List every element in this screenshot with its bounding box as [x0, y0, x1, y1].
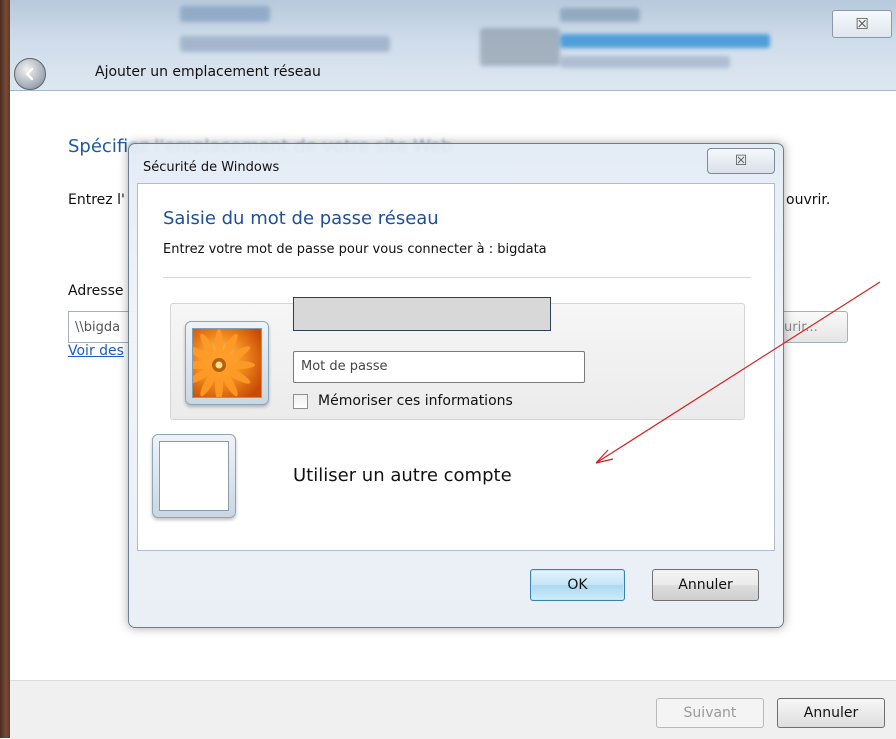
- back-button[interactable]: [14, 58, 46, 90]
- use-other-account-option[interactable]: Utiliser un autre compte: [293, 465, 512, 486]
- address-label: Adresse: [68, 283, 124, 299]
- dialog-subtitle: Entrez votre mot de passe pour vous conn…: [163, 242, 547, 257]
- dialog-footer: OK Annuler: [137, 551, 775, 616]
- close-icon[interactable]: ☒: [707, 148, 775, 174]
- dialog-heading: Saisie du mot de passe réseau: [163, 208, 439, 229]
- blurred-drive-label: [560, 8, 640, 22]
- wizard-cancel-button[interactable]: Annuler: [777, 698, 885, 728]
- close-icon[interactable]: ☒: [832, 10, 892, 38]
- windows-security-dialog: Sécurité de Windows ☒ Saisie du mot de p…: [128, 143, 784, 628]
- blurred-drive-info: [560, 56, 730, 68]
- dialog-content: Saisie du mot de passe réseau Entrez vot…: [137, 183, 775, 551]
- ok-button[interactable]: OK: [530, 569, 625, 601]
- next-button[interactable]: Suivant: [656, 698, 764, 728]
- blurred-drive-icon: [480, 28, 560, 66]
- wizard-title: Ajouter un emplacement réseau: [95, 64, 321, 80]
- wizard-instruction-end: ouvrir.: [786, 192, 831, 208]
- other-account-avatar[interactable]: [152, 434, 236, 518]
- browse-button[interactable]: urir...: [780, 311, 848, 343]
- remember-label: Mémoriser ces informations: [318, 393, 513, 409]
- blurred-drive-bar: [560, 34, 770, 48]
- wizard-heading-visible: Spécifi: [68, 136, 129, 157]
- wizard-instruction: Entrez l': [68, 192, 125, 208]
- separator: [163, 277, 751, 278]
- window-frame-edge: [0, 0, 10, 738]
- examples-link[interactable]: Voir des: [68, 343, 124, 359]
- blurred-explorer-item: [180, 36, 390, 52]
- flower-icon: [192, 328, 262, 398]
- blank-user-icon: [159, 441, 229, 511]
- dialog-cancel-button[interactable]: Annuler: [652, 569, 759, 601]
- arrow-left-icon: [25, 67, 34, 81]
- remember-credentials[interactable]: Mémoriser ces informations: [293, 393, 513, 409]
- dialog-title: Sécurité de Windows: [143, 160, 280, 175]
- user-avatar: [185, 321, 269, 405]
- remember-checkbox[interactable]: [293, 393, 308, 409]
- blurred-explorer-item: [180, 6, 270, 22]
- username-field[interactable]: [293, 297, 551, 331]
- password-field[interactable]: Mot de passe: [293, 351, 585, 383]
